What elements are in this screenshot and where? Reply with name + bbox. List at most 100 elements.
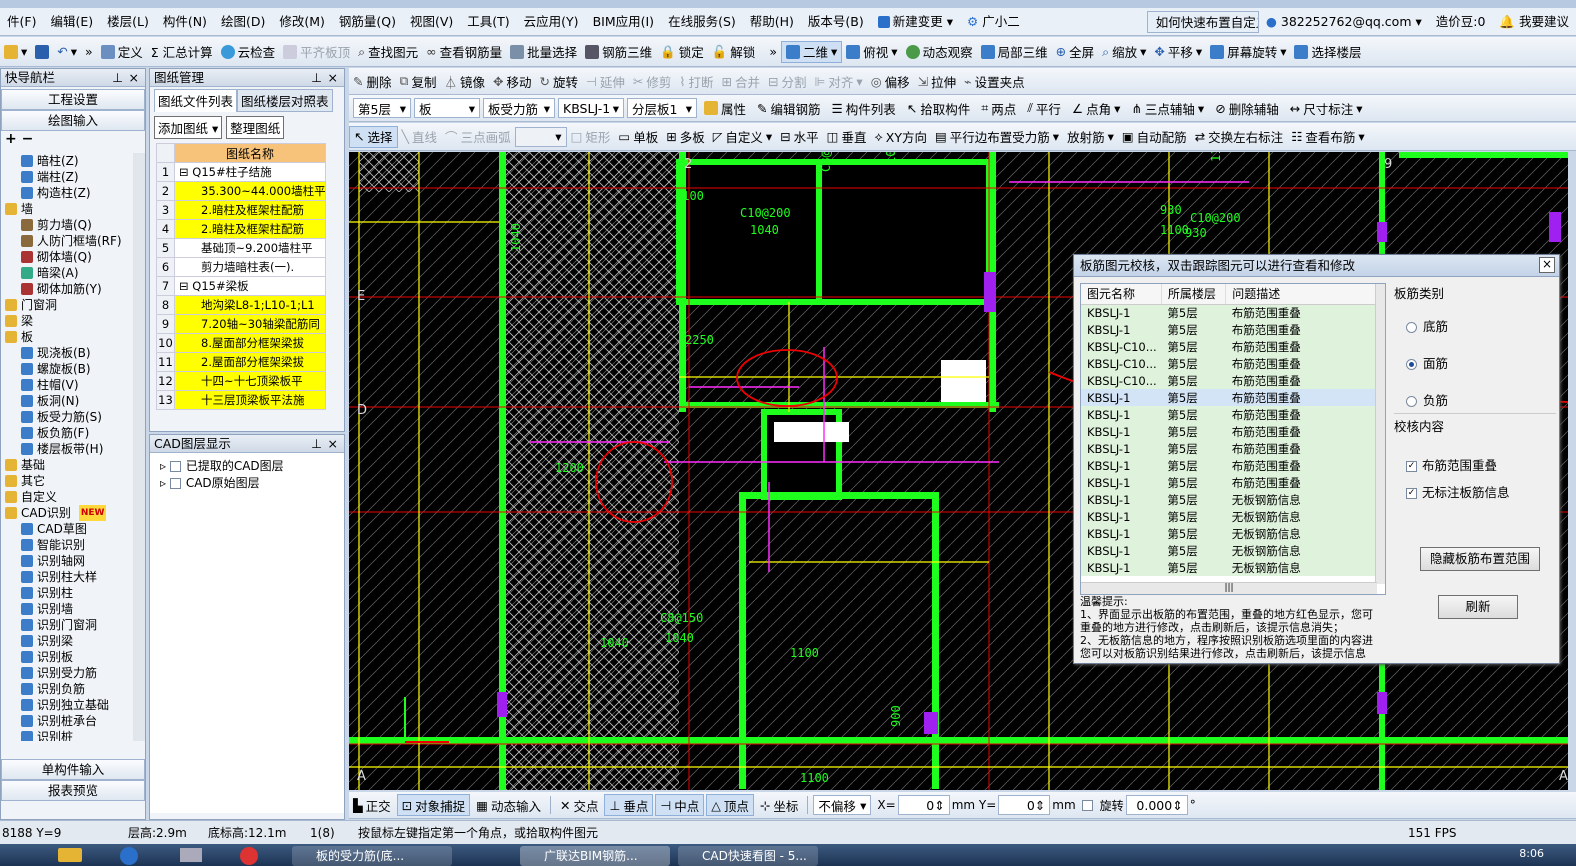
tree-item[interactable]: 楼层板带(H) (3, 441, 133, 457)
issue-row[interactable]: KBSLJ-1 第5层 布筋范围重叠 (1081, 304, 1377, 321)
issue-list-hscrollbar[interactable]: ||| (1081, 582, 1377, 594)
undo-button[interactable]: ↶ ▾ (53, 41, 81, 63)
tree-item[interactable]: 柱帽(V) (3, 377, 133, 393)
stretch-button[interactable]: ⇲ 拉伸 (914, 70, 961, 92)
issue-row[interactable]: KBSLJ-1 第5层 布筋范围重叠 (1081, 389, 1377, 406)
layer-select[interactable]: 分层板1 ▾ (627, 98, 697, 118)
drawing-row[interactable]: 5 基础顶~9.200墙柱平 (156, 238, 326, 258)
point-angle-button[interactable]: ∠ 点角 ▾ (1068, 97, 1125, 119)
mirror-button[interactable]: ⏃ 镜像 (440, 70, 489, 92)
pin-icon[interactable]: ⊥ (311, 435, 322, 452)
extend-button[interactable]: ⊣ 延伸 (582, 70, 629, 92)
parallel-button[interactable]: ⫽ 平行 (1023, 97, 1065, 119)
tab-drawing-files[interactable]: 图纸文件列表 (154, 89, 238, 112)
menu-modify[interactable]: 修改(M) (272, 11, 332, 33)
tree-item[interactable]: 识别负筋 (3, 681, 133, 697)
component-list-button[interactable]: ☰ 构件列表 (828, 97, 900, 119)
issue-row[interactable]: KBSLJ-1 第5层 无板钢筋信息 (1081, 525, 1377, 542)
pin-icon[interactable]: ⊥ (311, 69, 322, 86)
tree-item[interactable]: 门窗洞 (3, 297, 133, 313)
tree-item[interactable]: 墙 (3, 201, 133, 217)
save-button[interactable] (31, 41, 53, 63)
edit-rebar-button[interactable]: ✎ 编辑钢筋 (753, 97, 825, 119)
new-change-button[interactable]: 新建变更 ▾ (871, 11, 960, 33)
check-no-label[interactable]: ✓ 无标注板筋信息 (1406, 482, 1556, 501)
tree-item[interactable]: 螺旋板(B) (3, 361, 133, 377)
issue-row[interactable]: KBSLJ-1 第5层 布筋范围重叠 (1081, 406, 1377, 423)
tree-item[interactable]: 现浇板(B) (3, 345, 133, 361)
x-input[interactable]: 0 ⇕ (897, 795, 950, 815)
tree-item[interactable]: 端柱(Z) (3, 169, 133, 185)
y-input[interactable]: 0 ⇕ (998, 795, 1051, 815)
tree-item[interactable]: 识别墙 (3, 601, 133, 617)
move-button[interactable]: ✥ 移动 (489, 70, 536, 92)
report-preview-button[interactable]: 报表预览 (1, 780, 145, 801)
tree-expand-collapse[interactable]: + − (1, 131, 145, 153)
offset-select[interactable]: 不偏移 ▾ (813, 795, 872, 815)
offset-button[interactable]: ◎ 偏移 (867, 70, 914, 92)
tree-item[interactable]: 识别板 (3, 649, 133, 665)
floor-select[interactable]: 第5层 ▾ (353, 98, 411, 118)
layer-checkbox[interactable] (169, 461, 181, 472)
view-rebar-button[interactable]: ∞ 查看钢筋量 (422, 41, 506, 63)
rotate-checkbox[interactable] (1081, 799, 1093, 811)
vertical-button[interactable]: ◫ 垂直 (823, 126, 871, 148)
assistant-button[interactable]: ⚙ 广小二 (960, 11, 1027, 33)
tree-item[interactable]: 自定义 (3, 489, 133, 505)
dimension-button[interactable]: ↔ 尺寸标注 ▾ (1286, 97, 1367, 119)
rotate-screen-button[interactable]: 屏幕旋转 ▾ (1206, 41, 1290, 63)
rect-button[interactable]: □ 矩形 (567, 126, 615, 148)
name-select[interactable]: KBSLJ-1 ▾ (558, 98, 624, 118)
tree-item[interactable]: 识别柱大样 (3, 569, 133, 585)
three-point-axis-button[interactable]: ⋔ 三点辅轴 ▾ (1127, 97, 1208, 119)
drawing-row[interactable]: 10 8.屋面部分框架梁拔 (156, 333, 326, 353)
coordinate-toggle[interactable]: ⊹ 坐标 (756, 794, 803, 816)
copy-button[interactable]: ⧉ 复制 (396, 70, 441, 92)
menu-online[interactable]: 在线服务(S) (661, 11, 743, 33)
drawing-row[interactable]: 13 十三层顶梁板平法施 (156, 390, 326, 410)
radial-rebar-button[interactable]: 放射筋 ▾ (1063, 126, 1118, 148)
tree-item[interactable]: 基础 (3, 457, 133, 473)
app-icon[interactable] (120, 847, 138, 865)
task-rebar-doc[interactable]: 板的受力筋(底... (292, 846, 452, 866)
drawing-row[interactable]: 12 十四~十七顶梁板平 (156, 371, 326, 391)
drawing-input-button[interactable]: 绘图输入 (1, 110, 145, 131)
folder-icon[interactable] (58, 848, 82, 862)
layer-checkbox[interactable] (169, 478, 181, 489)
close-icon[interactable]: × (328, 435, 338, 452)
close-icon[interactable]: × (328, 69, 338, 86)
issue-row[interactable]: KBSLJ-1 第5层 布筋范围重叠 (1081, 440, 1377, 457)
subtype-select[interactable]: 板受力筋 ▾ (483, 98, 555, 118)
grip-button[interactable]: ⌁ 设置夹点 (960, 70, 1029, 92)
radio-negative[interactable]: 负筋 (1406, 390, 1556, 409)
menu-version[interactable]: 版本号(B) (801, 11, 871, 33)
drawing-row[interactable]: 11 2.屋面部分框架梁拔 (156, 352, 326, 372)
swap-label-button[interactable]: ⇄ 交换左右标注 (1191, 126, 1288, 148)
menu-cloud[interactable]: 云应用(Y) (517, 11, 586, 33)
orbit-button[interactable]: 动态观察 (902, 41, 977, 63)
batch-select-button[interactable]: 批量选择 (506, 41, 581, 63)
tree-item[interactable]: 识别柱 (3, 585, 133, 601)
line-button[interactable]: ╲ 直线 (398, 126, 442, 148)
refresh-button[interactable]: 刷新 (1438, 595, 1518, 619)
pin-icon[interactable]: ⊥ (112, 69, 123, 86)
cloud-check-button[interactable]: 云检查 (217, 41, 280, 63)
select-button[interactable]: ↖ 选择 (349, 125, 398, 148)
menu-tools[interactable]: 工具(T) (460, 11, 516, 33)
issue-row[interactable]: KBSLJ-1 第5层 布筋范围重叠 (1081, 474, 1377, 491)
pick-component-button[interactable]: ↖ 拾取构件 (903, 97, 975, 119)
tree-item[interactable]: 暗柱(Z) (3, 153, 133, 169)
dynamic-input-toggle[interactable]: ▦ 动态输入 (472, 794, 545, 816)
tree-item[interactable]: 识别桩 (3, 729, 133, 741)
tree-item[interactable]: 构造柱(Z) (3, 185, 133, 201)
tree-item[interactable]: 识别轴网 (3, 553, 133, 569)
two-point-button[interactable]: ⌗ 两点 (977, 97, 1020, 119)
merge-button[interactable]: ⊞ 合并 (718, 70, 765, 92)
align-button[interactable]: ⊫ 对齐 ▾ (811, 70, 867, 92)
menu-component[interactable]: 构件(N) (156, 11, 214, 33)
drawing-row[interactable]: 9 7.20轴~30轴梁配筋同 (156, 314, 326, 334)
tree-item[interactable]: 板负筋(F) (3, 425, 133, 441)
cad-layer-original[interactable]: ▹ CAD原始图层 (160, 474, 334, 491)
tree-item[interactable]: 识别桩承台 (3, 713, 133, 729)
tree-item[interactable]: 其它 (3, 473, 133, 489)
